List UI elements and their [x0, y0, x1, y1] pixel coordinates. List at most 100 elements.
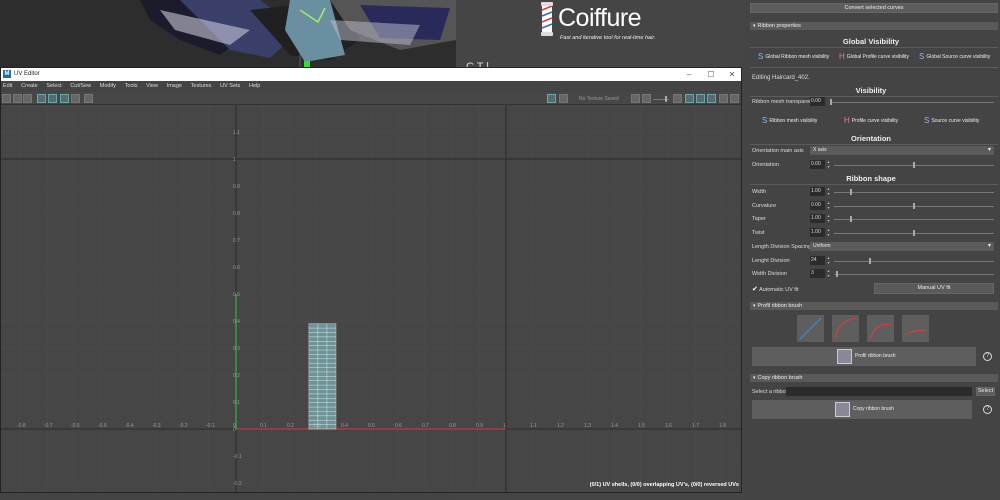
menu-textures[interactable]: Textures	[191, 81, 212, 92]
profile-preset-curve-b[interactable]	[866, 314, 895, 343]
orientation-spinner[interactable]: ▴ ▾	[826, 159, 831, 169]
minimize-icon[interactable]: –	[682, 69, 696, 80]
width-spinner[interactable]: ▴ ▾	[826, 186, 831, 196]
x-tick-label: -0.5	[98, 423, 107, 429]
global-source-visibility-toggle[interactable]: S Global Source curve visibility	[919, 52, 990, 61]
menu-select[interactable]: Select	[46, 81, 61, 92]
slider-knob[interactable]	[913, 230, 915, 236]
help-icon[interactable]: ?	[983, 352, 992, 361]
grid-display-icon[interactable]	[48, 94, 57, 103]
view-transform-icon[interactable]	[685, 94, 694, 103]
length-division-spinner[interactable]: ▴ ▾	[826, 255, 831, 265]
curvature-label: Curvature	[752, 203, 777, 209]
length-spacing-dropdown[interactable]: Uniform ▾	[810, 242, 994, 251]
x-tick-label: 1.5	[638, 423, 645, 429]
ribbon-properties-header[interactable]: ▾ Ribbon properties	[750, 22, 998, 30]
menu-uv-sets[interactable]: UV Sets	[220, 81, 240, 92]
length-division-field[interactable]: 24	[810, 256, 825, 265]
isolate-select-icon[interactable]	[696, 94, 705, 103]
orientation-axis-label: Orientation main axis	[752, 148, 804, 154]
slider-knob[interactable]	[913, 162, 915, 168]
length-division-slider[interactable]	[834, 258, 994, 264]
profile-preset-curve-a[interactable]	[831, 314, 860, 343]
curvature-field[interactable]: 0.00	[810, 201, 825, 210]
width-field[interactable]: 1.00	[810, 187, 825, 196]
uv-borders-icon[interactable]	[60, 94, 69, 103]
menu-modify[interactable]: Modify	[100, 81, 116, 92]
menu-create[interactable]: Create	[21, 81, 38, 92]
curvature-spinner[interactable]: ▴ ▾	[826, 200, 831, 210]
ribbon-visibility-toggle[interactable]: S Ribbon mesh visibility	[762, 116, 817, 125]
select-ribbon-field[interactable]	[786, 387, 972, 396]
slider-knob[interactable]	[830, 99, 832, 105]
orientation-field[interactable]: 0.00	[810, 160, 825, 169]
menu-help[interactable]: Help	[249, 81, 260, 92]
uv-canvas[interactable]: -0.9-0.8-0.7-0.6-0.5-0.4-0.3-0.2-0.100.1…	[1, 105, 741, 492]
menu-tools[interactable]: Tools	[125, 81, 138, 92]
profile-preset-curve-c[interactable]	[901, 314, 930, 343]
taper-slider[interactable]	[834, 216, 994, 222]
uv-toolkit-icon[interactable]	[730, 94, 739, 103]
curvature-slider[interactable]	[834, 203, 994, 209]
gamma-icon[interactable]	[673, 94, 682, 103]
menu-image[interactable]: Image	[167, 81, 182, 92]
auto-uv-checkbox[interactable]: ✔ Automatic UV fit	[752, 285, 799, 293]
profile-visibility-toggle[interactable]: H Profile curve visibility	[844, 116, 898, 125]
manual-uv-button[interactable]: Manual UV fit	[874, 283, 994, 294]
profil-brush-header[interactable]: ▾ Profil ribbon brush	[750, 302, 998, 310]
help-icon[interactable]: ?	[983, 405, 992, 414]
global-ribbon-visibility-toggle[interactable]: S Global Ribbon mesh visibility	[758, 52, 829, 61]
convert-curves-button[interactable]: Convert selected curves	[750, 3, 998, 13]
toggle-filter-icon[interactable]	[707, 94, 716, 103]
width-division-field[interactable]: 3	[810, 269, 825, 278]
dot-toggle-icon[interactable]	[71, 94, 80, 103]
profil-ribbon-brush-button[interactable]: Profil ribbon brush	[752, 347, 976, 366]
global-profile-visibility-toggle[interactable]: H Global Profile curve visibility	[839, 52, 909, 61]
slider-knob[interactable]	[869, 258, 871, 264]
width-division-spinner[interactable]: ▴ ▾	[826, 268, 831, 278]
orientation-axis-dropdown[interactable]: X axis ▾	[810, 146, 994, 155]
refresh-icon[interactable]	[631, 94, 640, 103]
menu-view[interactable]: View	[146, 81, 158, 92]
width-slider[interactable]	[834, 189, 994, 195]
copy-ribbon-brush-button[interactable]: Copy ribbon brush	[752, 400, 972, 419]
twist-spinner[interactable]: ▴ ▾	[826, 227, 831, 237]
menu-edit[interactable]: Edit	[3, 81, 12, 92]
grid-tool-icon[interactable]	[2, 94, 11, 103]
profile-preset-straight[interactable]	[796, 314, 825, 343]
length-spacing-value: Uniform	[813, 243, 831, 249]
menu-cut-sew[interactable]: Cut/Sew	[70, 81, 91, 92]
orientation-slider[interactable]	[834, 162, 994, 168]
taper-spinner[interactable]: ▴ ▾	[826, 213, 831, 223]
y-tick-label: 0.3	[233, 346, 240, 352]
transparency-field[interactable]: 0.00	[810, 97, 825, 106]
x-tick-label: 1.2	[557, 423, 564, 429]
slider-knob[interactable]	[850, 216, 852, 222]
maya-app-icon: M	[3, 70, 11, 78]
uv-editor-window[interactable]: M UV Editor – ☐ ✕ Edit Create Select Cut…	[0, 67, 742, 493]
close-icon[interactable]: ✕	[725, 69, 739, 80]
checker-display-icon[interactable]	[37, 94, 46, 103]
twist-slider[interactable]	[834, 230, 994, 236]
copy-brush-header[interactable]: ▾ Copy ribbon brush	[750, 374, 998, 382]
width-division-slider[interactable]	[834, 271, 994, 277]
uv-editor-titlebar[interactable]: M UV Editor – ☐ ✕	[1, 68, 741, 81]
shaded-uv-icon[interactable]	[23, 94, 32, 103]
3d-viewport[interactable]	[0, 0, 456, 67]
histogram-tool-icon[interactable]	[13, 94, 22, 103]
twist-field[interactable]: 1.00	[810, 228, 825, 237]
exposure-slider[interactable]	[653, 96, 669, 102]
slider-knob[interactable]	[913, 203, 915, 209]
transparency-slider[interactable]	[830, 99, 994, 105]
taper-field[interactable]: 1.00	[810, 214, 825, 223]
exposure-icon[interactable]	[642, 94, 651, 103]
texture-display-icon[interactable]	[547, 94, 556, 103]
source-visibility-toggle[interactable]: S Source curve visibility	[924, 116, 979, 125]
pin-icon[interactable]	[719, 94, 728, 103]
slider-knob[interactable]	[836, 271, 838, 277]
select-ribbon-button[interactable]: Select	[976, 387, 995, 396]
image-selector-icon[interactable]	[559, 94, 568, 103]
maximize-icon[interactable]: ☐	[704, 69, 718, 80]
slider-knob[interactable]	[850, 189, 852, 195]
snapshot-icon[interactable]	[84, 94, 93, 103]
